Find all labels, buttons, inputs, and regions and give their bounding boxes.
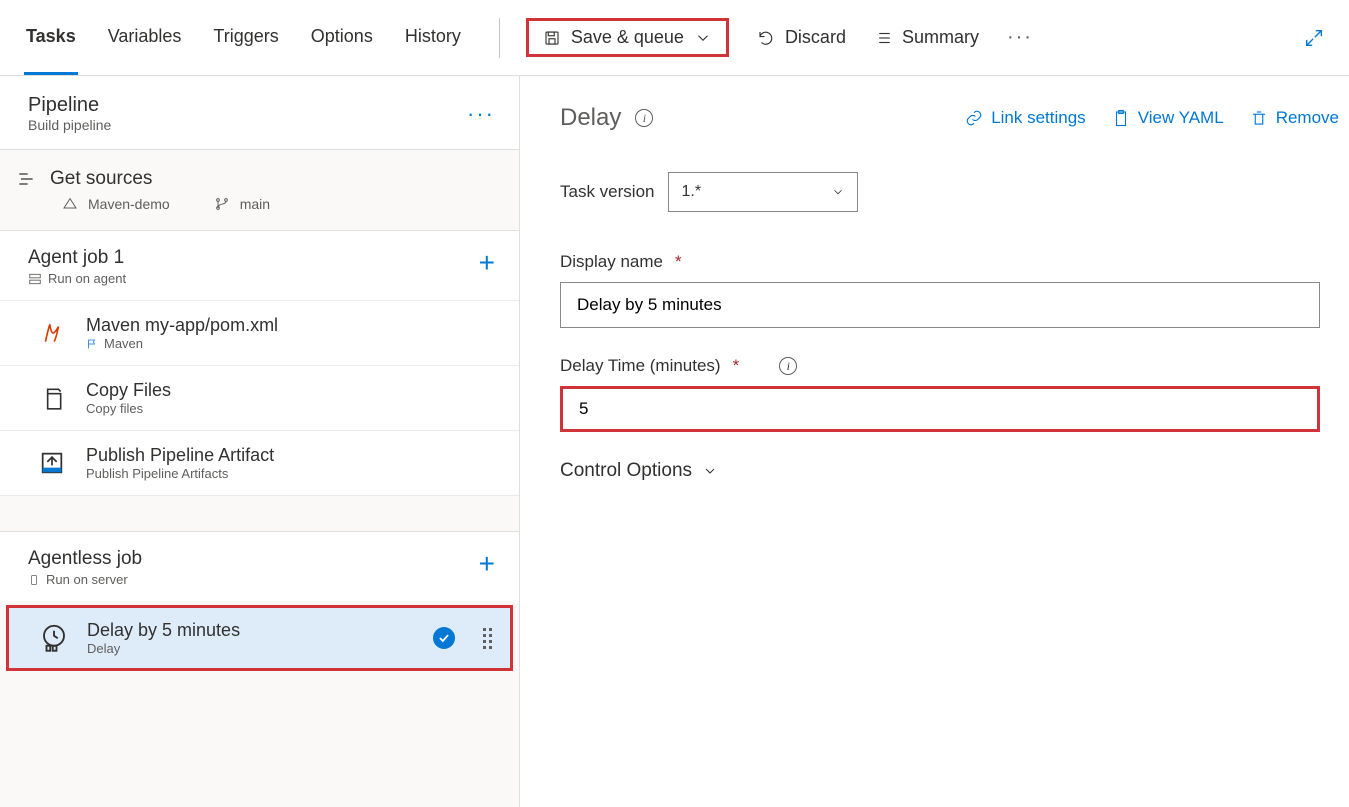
task-row-maven[interactable]: Maven my-app/pom.xml Maven — [0, 300, 519, 365]
required-indicator: * — [675, 252, 682, 272]
tab-variables[interactable]: Variables — [106, 0, 184, 75]
view-yaml-button[interactable]: View YAML — [1112, 108, 1224, 128]
task-version-select[interactable]: 1.* — [668, 172, 858, 212]
task-subtitle: Maven — [104, 336, 143, 351]
top-bar: Tasks Variables Triggers Options History… — [0, 0, 1349, 76]
agentless-job-subtitle: Run on server — [46, 572, 128, 587]
toolbar: Save & queue Discard Summary ··· — [526, 18, 1325, 57]
task-version-label: Task version — [560, 182, 654, 202]
expand-icon[interactable] — [1303, 27, 1325, 49]
more-button[interactable]: ··· — [1007, 26, 1033, 49]
pipeline-subtitle: Build pipeline — [28, 117, 111, 133]
branch-icon — [214, 196, 230, 212]
delay-icon — [39, 622, 69, 652]
required-indicator: * — [733, 356, 740, 376]
link-settings-button[interactable]: Link settings — [965, 108, 1086, 128]
task-version-value: 1.* — [681, 183, 701, 201]
task-title: Maven my-app/pom.xml — [86, 315, 278, 336]
chevron-down-icon — [702, 463, 718, 479]
spacer — [0, 495, 519, 531]
save-queue-label: Save & queue — [571, 27, 684, 48]
clipboard-icon — [1112, 109, 1130, 127]
agentless-job-title: Agentless job — [28, 548, 142, 570]
pipeline-tree: Pipeline Build pipeline ··· Get sources … — [0, 76, 520, 807]
task-row-delay-selected[interactable]: Delay by 5 minutes Delay — [6, 605, 513, 671]
agent-job-header[interactable]: Agent job 1 Run on agent + — [0, 230, 519, 300]
flag-icon — [86, 338, 98, 350]
upload-icon — [38, 449, 66, 477]
repo-name: Maven-demo — [88, 196, 170, 212]
chevron-down-icon — [694, 29, 712, 47]
view-yaml-label: View YAML — [1138, 108, 1224, 128]
task-details-panel: Delay i Link settings View YAML Remove — [520, 76, 1349, 807]
task-subtitle: Copy files — [86, 401, 171, 416]
get-sources-item[interactable]: Get sources Maven-demo main — [0, 150, 519, 230]
repo-icon — [62, 196, 78, 212]
status-badge — [433, 627, 455, 649]
save-queue-button[interactable]: Save & queue — [526, 18, 729, 57]
tab-history[interactable]: History — [403, 0, 463, 75]
control-options-toggle[interactable]: Control Options — [560, 460, 1349, 482]
control-options-label: Control Options — [560, 460, 692, 482]
task-title: Copy Files — [86, 380, 171, 401]
tab-tasks[interactable]: Tasks — [24, 0, 78, 75]
discard-button[interactable]: Discard — [757, 27, 846, 48]
get-sources-label: Get sources — [50, 168, 152, 190]
task-row-publish[interactable]: Publish Pipeline Artifact Publish Pipeli… — [0, 430, 519, 495]
info-icon[interactable]: i — [779, 357, 797, 375]
undo-icon — [757, 29, 775, 47]
panel-title: Delay — [560, 104, 621, 132]
trash-icon — [1250, 109, 1268, 127]
add-task-button[interactable]: + — [479, 247, 495, 279]
copy-icon — [39, 385, 65, 411]
summary-label: Summary — [902, 27, 979, 48]
agent-job-subtitle: Run on agent — [48, 271, 126, 286]
remove-label: Remove — [1276, 108, 1339, 128]
save-icon — [543, 29, 561, 47]
task-row-copy[interactable]: Copy Files Copy files — [0, 365, 519, 430]
remove-button[interactable]: Remove — [1250, 108, 1339, 128]
list-icon — [874, 29, 892, 47]
link-settings-label: Link settings — [991, 108, 1086, 128]
maven-icon — [39, 320, 65, 346]
task-subtitle: Publish Pipeline Artifacts — [86, 466, 274, 481]
link-icon — [965, 109, 983, 127]
delay-time-input[interactable] — [560, 386, 1320, 432]
discard-label: Discard — [785, 27, 846, 48]
sources-icon — [16, 169, 36, 189]
pipeline-title: Pipeline — [28, 94, 111, 117]
chevron-down-icon — [831, 185, 845, 199]
task-subtitle: Delay — [87, 641, 240, 656]
drag-handle[interactable] — [483, 628, 492, 649]
summary-button[interactable]: Summary — [874, 27, 979, 48]
display-name-label: Display name* — [560, 252, 1349, 272]
pipeline-more-button[interactable]: ··· — [467, 101, 495, 127]
branch-name: main — [240, 196, 270, 212]
add-task-button[interactable]: + — [479, 548, 495, 580]
pipeline-header[interactable]: Pipeline Build pipeline ··· — [0, 76, 519, 150]
separator — [499, 18, 500, 58]
tab-bar: Tasks Variables Triggers Options History — [24, 0, 463, 75]
task-title: Publish Pipeline Artifact — [86, 445, 274, 466]
delay-time-label: Delay Time (minutes)* i — [560, 356, 1349, 376]
server-icon — [28, 272, 42, 286]
tab-options[interactable]: Options — [309, 0, 375, 75]
server-icon — [28, 573, 40, 587]
agentless-job-header[interactable]: Agentless job Run on server + — [0, 531, 519, 601]
agent-job-title: Agent job 1 — [28, 247, 126, 269]
info-icon[interactable]: i — [635, 109, 653, 127]
task-title: Delay by 5 minutes — [87, 620, 240, 641]
tab-triggers[interactable]: Triggers — [211, 0, 280, 75]
display-name-input[interactable] — [560, 282, 1320, 328]
